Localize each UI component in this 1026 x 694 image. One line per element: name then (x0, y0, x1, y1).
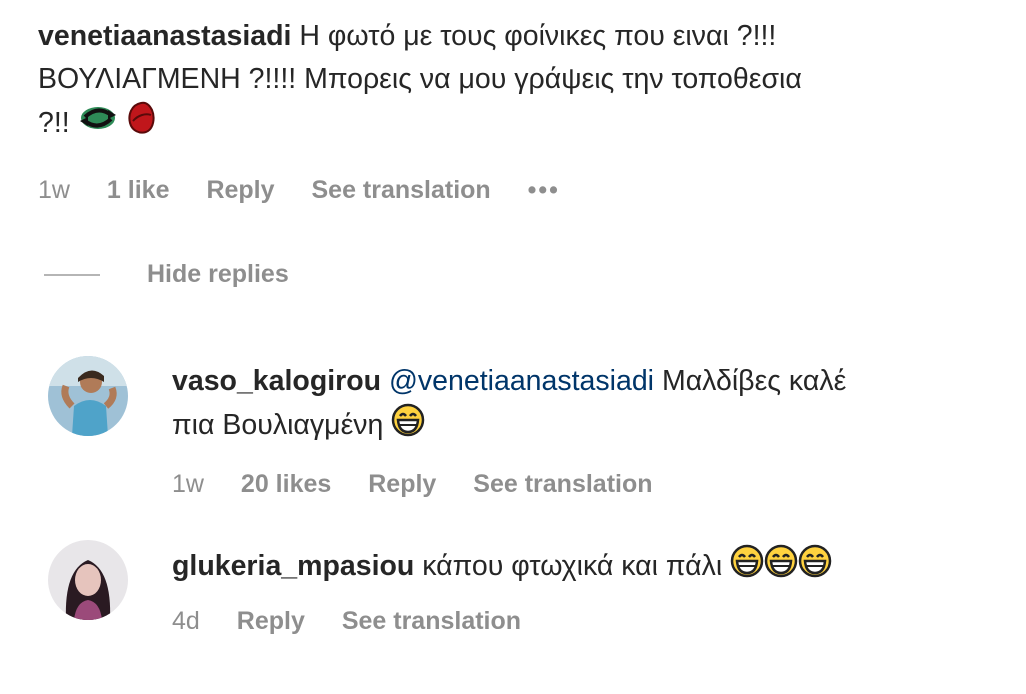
comment-line-3: ?!! (38, 101, 998, 148)
reply-text-line-2: πια Βουλιαγμένη (172, 409, 384, 442)
reply-reply-button[interactable]: Reply (368, 468, 436, 500)
laughing-face-emoji-icon (730, 544, 764, 591)
comment-see-translation[interactable]: See translation (311, 174, 490, 206)
hide-replies-label: Hide replies (147, 260, 289, 288)
hide-replies-divider (44, 273, 100, 276)
comment-likes[interactable]: 1 like (107, 174, 170, 206)
comment-text-line-1: Η φωτό με τους φοίνικες που ειναι ?!!! (299, 20, 777, 52)
reply-username[interactable]: vaso_kalogirou (172, 365, 381, 397)
comment-line-1: venetiaanastasiadi Η φωτό με τους φοίνικ… (38, 15, 998, 58)
reply-time[interactable]: 1w (172, 468, 204, 500)
arrows-cycle-emoji-icon (78, 103, 118, 146)
reply-see-translation[interactable]: See translation (473, 468, 652, 500)
reply-likes[interactable]: 20 likes (241, 468, 331, 500)
hide-replies-button[interactable]: Hide replies (44, 260, 289, 289)
reply-line-1: vaso_kalogirou @venetiaanastasiadi Μαλδί… (172, 360, 1002, 403)
reply-line-2: πια Βουλιαγμένη (172, 403, 1002, 450)
reply-meta: 4d Reply See translation (172, 605, 551, 637)
comment-username[interactable]: venetiaanastasiadi (38, 20, 291, 52)
reply-time[interactable]: 4d (172, 605, 200, 637)
avatar[interactable] (48, 356, 128, 436)
comment-reply-button[interactable]: Reply (206, 174, 274, 206)
comment-text-line-2: ΒΟΥΛΙΑΓΜΕΝΗ ?!!!! Μπορεις να μου γράψεις… (38, 63, 802, 95)
reply-text-line-1: κάπου φτωχικά και πάλι (422, 550, 723, 583)
reply-see-translation[interactable]: See translation (342, 605, 521, 637)
avatar[interactable] (48, 540, 128, 620)
laughing-face-emoji-icon (764, 544, 798, 591)
laughing-face-emoji-icon (391, 403, 425, 450)
reply-mention[interactable]: @venetiaanastasiadi (389, 365, 654, 397)
comment-meta: 1w 1 like Reply See translation ••• (38, 174, 590, 206)
reply-username[interactable]: glukeria_mpasiou (172, 550, 414, 582)
reply-line-1: glukeria_mpasiou κάπου φτωχικά και πάλι (172, 544, 1012, 591)
reply-meta: 1w 20 likes Reply See translation (172, 468, 683, 500)
comment-more-options-icon[interactable]: ••• (528, 174, 560, 206)
reply-body: vaso_kalogirou @venetiaanastasiadi Μαλδί… (172, 360, 1002, 450)
laughing-face-emoji-icon (798, 544, 832, 591)
comment-text-line-3: ?!! (38, 107, 70, 140)
reply-body: glukeria_mpasiou κάπου φτωχικά και πάλι (172, 544, 1012, 591)
comment-body: venetiaanastasiadi Η φωτό με τους φοίνικ… (38, 15, 998, 148)
comment-time[interactable]: 1w (38, 174, 70, 206)
kiss-lips-emoji-icon (126, 101, 156, 148)
reply-text-line-1: Μαλδίβες καλέ (661, 365, 847, 397)
reply-reply-button[interactable]: Reply (237, 605, 305, 637)
